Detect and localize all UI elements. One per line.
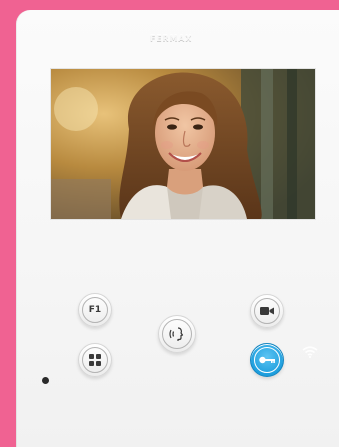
video-feed-image: [51, 69, 315, 219]
talk-icon: [169, 327, 184, 341]
grid-menu-icon: [89, 354, 101, 366]
talk-button[interactable]: [158, 315, 196, 353]
f1-icon: F1: [82, 297, 108, 323]
door-open-button[interactable]: [250, 343, 284, 377]
intercom-device: FERMAX F1: [16, 10, 339, 447]
video-screen: [50, 68, 316, 220]
key-icon: [259, 356, 275, 364]
f1-label: F1: [88, 305, 102, 315]
menu-button[interactable]: [78, 343, 112, 377]
wifi-icon: [302, 346, 318, 358]
brand-label: FERMAX: [150, 34, 193, 43]
f1-button[interactable]: F1: [78, 293, 112, 327]
camera-button[interactable]: [250, 294, 284, 328]
microphone-dot: [42, 377, 49, 384]
camera-icon: [260, 307, 274, 315]
